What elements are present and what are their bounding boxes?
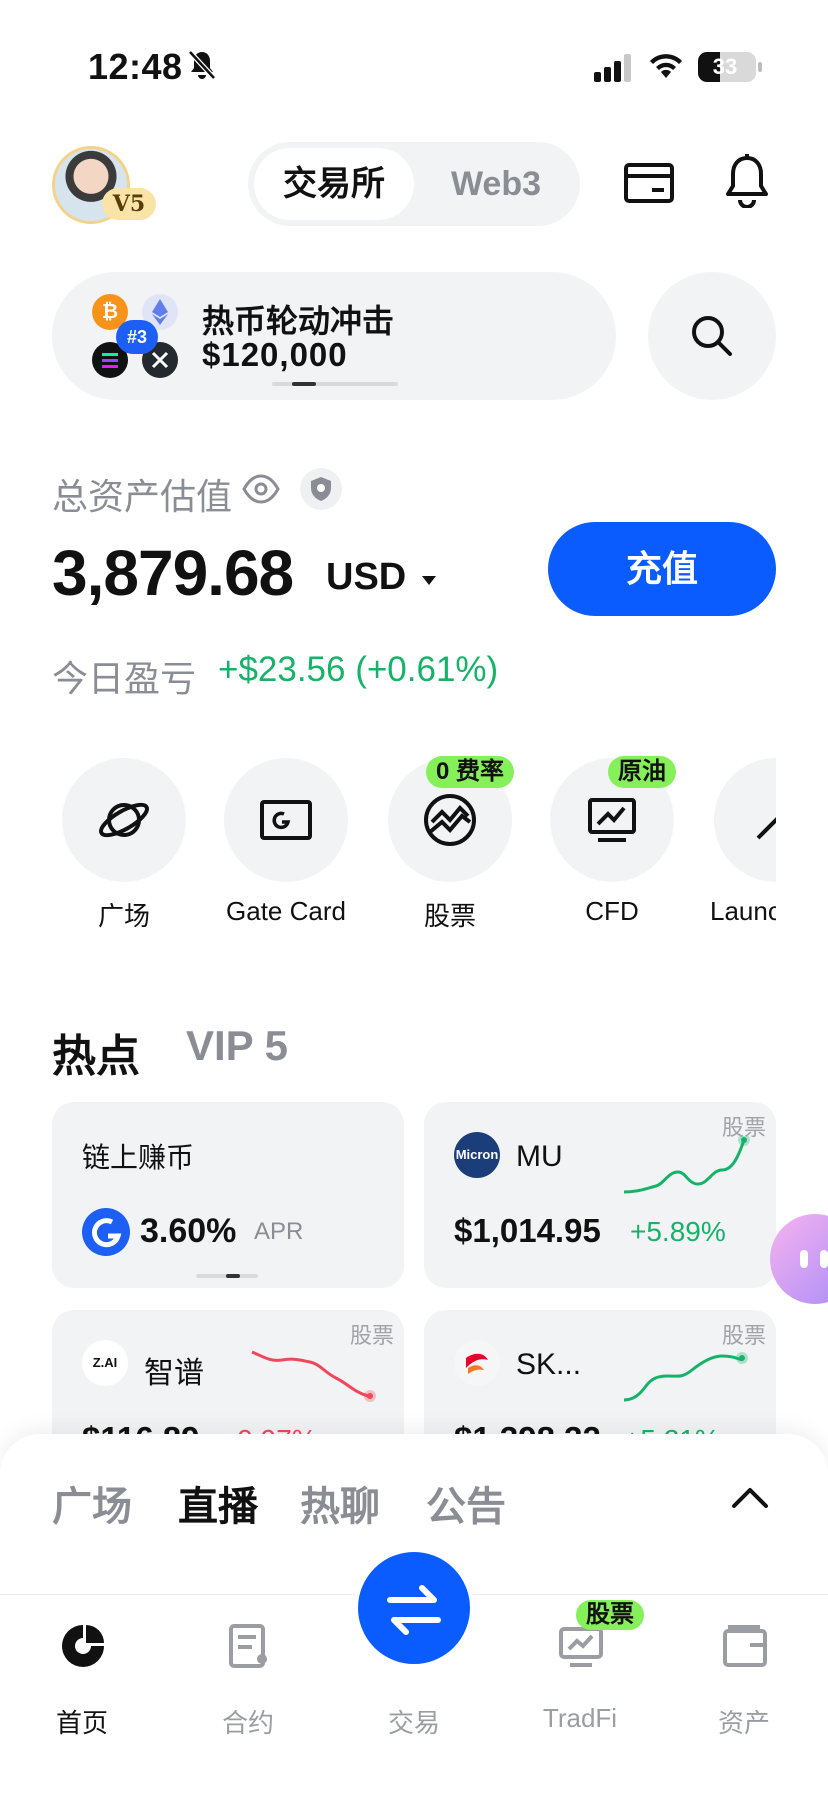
home-icon — [62, 1625, 104, 1667]
launch-icon — [756, 817, 776, 840]
carousel-indicator — [272, 382, 398, 386]
sk-logo — [454, 1340, 500, 1386]
stock-change: +5.89% — [630, 1216, 726, 1247]
search-icon — [692, 316, 732, 356]
nav-label: 合约 — [221, 1708, 274, 1738]
trade-button[interactable] — [354, 1548, 474, 1668]
nav-home[interactable]: 首页 — [22, 1623, 142, 1743]
tab-web3[interactable]: Web3 — [418, 148, 574, 220]
nav-label: TradFi — [542, 1703, 618, 1733]
nav-tradfi[interactable]: TradFi — [520, 1623, 640, 1743]
tab-exchange[interactable]: 交易所 — [254, 148, 414, 220]
quick-action-cfd[interactable]: 原油 CFD — [550, 756, 676, 928]
sparkline-down — [251, 1350, 376, 1402]
quick-action-launchpool[interactable]: Launc — [700, 758, 776, 938]
quick-action-square[interactable]: 广场 — [62, 758, 186, 931]
card-icon[interactable] — [624, 162, 674, 204]
card-icon — [260, 800, 312, 840]
contract-icon — [229, 1624, 267, 1668]
sparkline-up — [623, 1352, 748, 1402]
caret-down-icon[interactable] — [422, 576, 436, 585]
wallet-icon — [723, 1625, 767, 1667]
earn-apr-label: APR — [254, 1218, 304, 1245]
tab-square[interactable]: 广场 — [52, 1474, 132, 1532]
quick-action-stocks[interactable]: 0 费率 股票 — [388, 756, 515, 931]
wifi-icon — [650, 54, 682, 78]
monitor-chart-icon — [588, 798, 636, 842]
nav-label: 交易 — [387, 1708, 440, 1738]
status-bar: 12:48 33 — [0, 0, 828, 130]
stock-ticker: SK... — [516, 1348, 582, 1381]
rank-badge: #3 — [116, 320, 158, 354]
today-pnl-label: 今日盈亏 — [52, 658, 197, 699]
status-time: 12:48 — [88, 46, 183, 87]
chevron-up-icon[interactable] — [730, 1484, 770, 1510]
exchange-mode-toggle: 交易所 Web3 — [248, 142, 580, 226]
sparkline-up — [623, 1136, 750, 1194]
swap-arrows-icon — [387, 1585, 441, 1635]
nav-assets[interactable]: 资产 — [684, 1623, 804, 1743]
quick-action-gate-card[interactable]: Gate Card — [224, 758, 348, 928]
stock-ticker: 智谱 — [144, 1357, 204, 1390]
battery-indicator: 33 — [698, 52, 762, 82]
tab-hot-chat[interactable]: 热聊 — [300, 1474, 380, 1532]
earn-coin-icon — [82, 1208, 130, 1256]
eye-icon[interactable] — [242, 472, 280, 506]
assistant-bubble-icon[interactable] — [770, 1214, 828, 1304]
search-button[interactable] — [648, 272, 776, 400]
tab-live[interactable]: 直播 — [178, 1474, 258, 1532]
stock-price: $1,014.95 — [454, 1212, 601, 1249]
hot-section-title: 热点 — [52, 1032, 140, 1081]
nav-label: 资产 — [717, 1708, 770, 1738]
total-assets-value: 3,879.68 — [52, 537, 294, 609]
planet-icon — [99, 802, 149, 838]
tradfi-stock-badge: 股票 — [576, 1600, 644, 1630]
nav-futures[interactable]: 合约 — [188, 1623, 308, 1743]
micron-logo: Micron — [454, 1132, 500, 1178]
shield-icon[interactable] — [300, 468, 342, 510]
stock-card-mu[interactable]: 股票 Micron MU $1,014.95 +5.89% — [424, 1102, 776, 1288]
promo-amount: $120,000 — [202, 336, 348, 373]
carousel-indicator — [196, 1274, 258, 1278]
earn-rate: 3.60% — [140, 1212, 237, 1250]
cellular-signal-icon — [594, 54, 631, 82]
battery-percent: 33 — [712, 54, 738, 79]
earn-card[interactable]: 链上赚币 3.60% APR — [52, 1102, 404, 1288]
bell-mute-icon — [188, 50, 216, 80]
total-assets-label: 总资产估值 — [52, 476, 233, 517]
globe-chart-icon — [424, 794, 476, 846]
notification-bell-icon[interactable] — [724, 154, 770, 208]
promo-banner[interactable]: ₿ #3 热币轮动冲击 $120,000 — [52, 272, 616, 400]
deposit-button[interactable]: 充值 — [548, 522, 776, 616]
stock-ticker: MU — [516, 1140, 563, 1173]
zai-logo: Z.AI — [82, 1340, 128, 1386]
vip-level-badge: V5 — [102, 188, 156, 220]
quick-action-label: Launc — [710, 896, 776, 926]
currency-selector[interactable]: USD — [326, 556, 406, 599]
earn-card-title: 链上赚币 — [82, 1142, 195, 1173]
nav-label: 首页 — [55, 1708, 108, 1738]
fee-badge: 0 费率 — [426, 756, 515, 788]
oil-badge: 原油 — [608, 756, 676, 788]
tab-announcements[interactable]: 公告 — [426, 1474, 506, 1532]
today-pnl-value: +$23.56 (+0.61%) — [218, 650, 499, 689]
quick-action-label: CFD — [585, 896, 639, 926]
vip-section-tab[interactable]: VIP 5 — [186, 1022, 288, 1070]
